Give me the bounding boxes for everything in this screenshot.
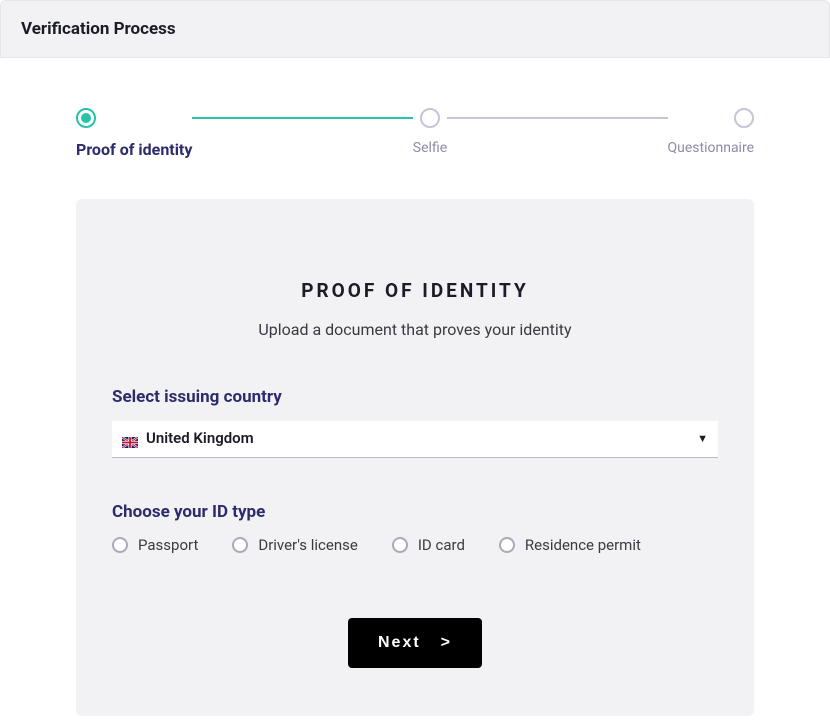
country-selected: United Kingdom [122,429,254,447]
step-label: Proof of identity [76,140,192,159]
content: Proof of identity Selfie Questionnaire P… [0,58,830,716]
id-type-options: Passport Driver's license ID card Reside… [112,536,718,554]
radio-icon [232,537,248,553]
radio-label: Residence permit [525,536,641,554]
country-select[interactable]: United Kingdom ▼ [112,421,718,458]
country-name: United Kingdom [146,429,254,447]
step-questionnaire: Questionnaire [668,108,755,156]
radio-label: ID card [418,536,465,554]
page-title: Verification Process [21,19,809,39]
step-selfie: Selfie [413,108,447,156]
step-line [447,117,667,119]
step-proof-of-identity: Proof of identity [76,108,192,159]
step-line [192,117,412,119]
uk-flag-icon [122,433,138,444]
chevron-down-icon: ▼ [697,432,708,445]
id-type-section-label: Choose your ID type [112,502,718,522]
page-header: Verification Process [0,0,830,58]
next-button[interactable]: Next > [348,618,482,668]
step-label: Selfie [413,140,447,156]
radio-passport[interactable]: Passport [112,536,198,554]
radio-residence-permit[interactable]: Residence permit [499,536,641,554]
radio-drivers-license[interactable]: Driver's license [232,536,357,554]
radio-icon [112,537,128,553]
step-dot-icon [76,108,96,128]
step-dot-icon [420,108,440,128]
stepper: Proof of identity Selfie Questionnaire [76,108,754,159]
step-label: Questionnaire [668,140,755,156]
radio-label: Passport [138,536,198,554]
chevron-right-icon: > [441,634,452,652]
card-title: PROOF OF IDENTITY [112,279,718,302]
radio-icon [499,537,515,553]
card-subtitle: Upload a document that proves your ident… [112,320,718,339]
step-dot-icon [734,108,754,128]
button-row: Next > [112,618,718,668]
radio-label: Driver's license [258,536,357,554]
radio-id-card[interactable]: ID card [392,536,465,554]
radio-icon [392,537,408,553]
next-button-label: Next [378,634,421,652]
country-section-label: Select issuing country [112,387,718,407]
verification-card: PROOF OF IDENTITY Upload a document that… [76,199,754,716]
